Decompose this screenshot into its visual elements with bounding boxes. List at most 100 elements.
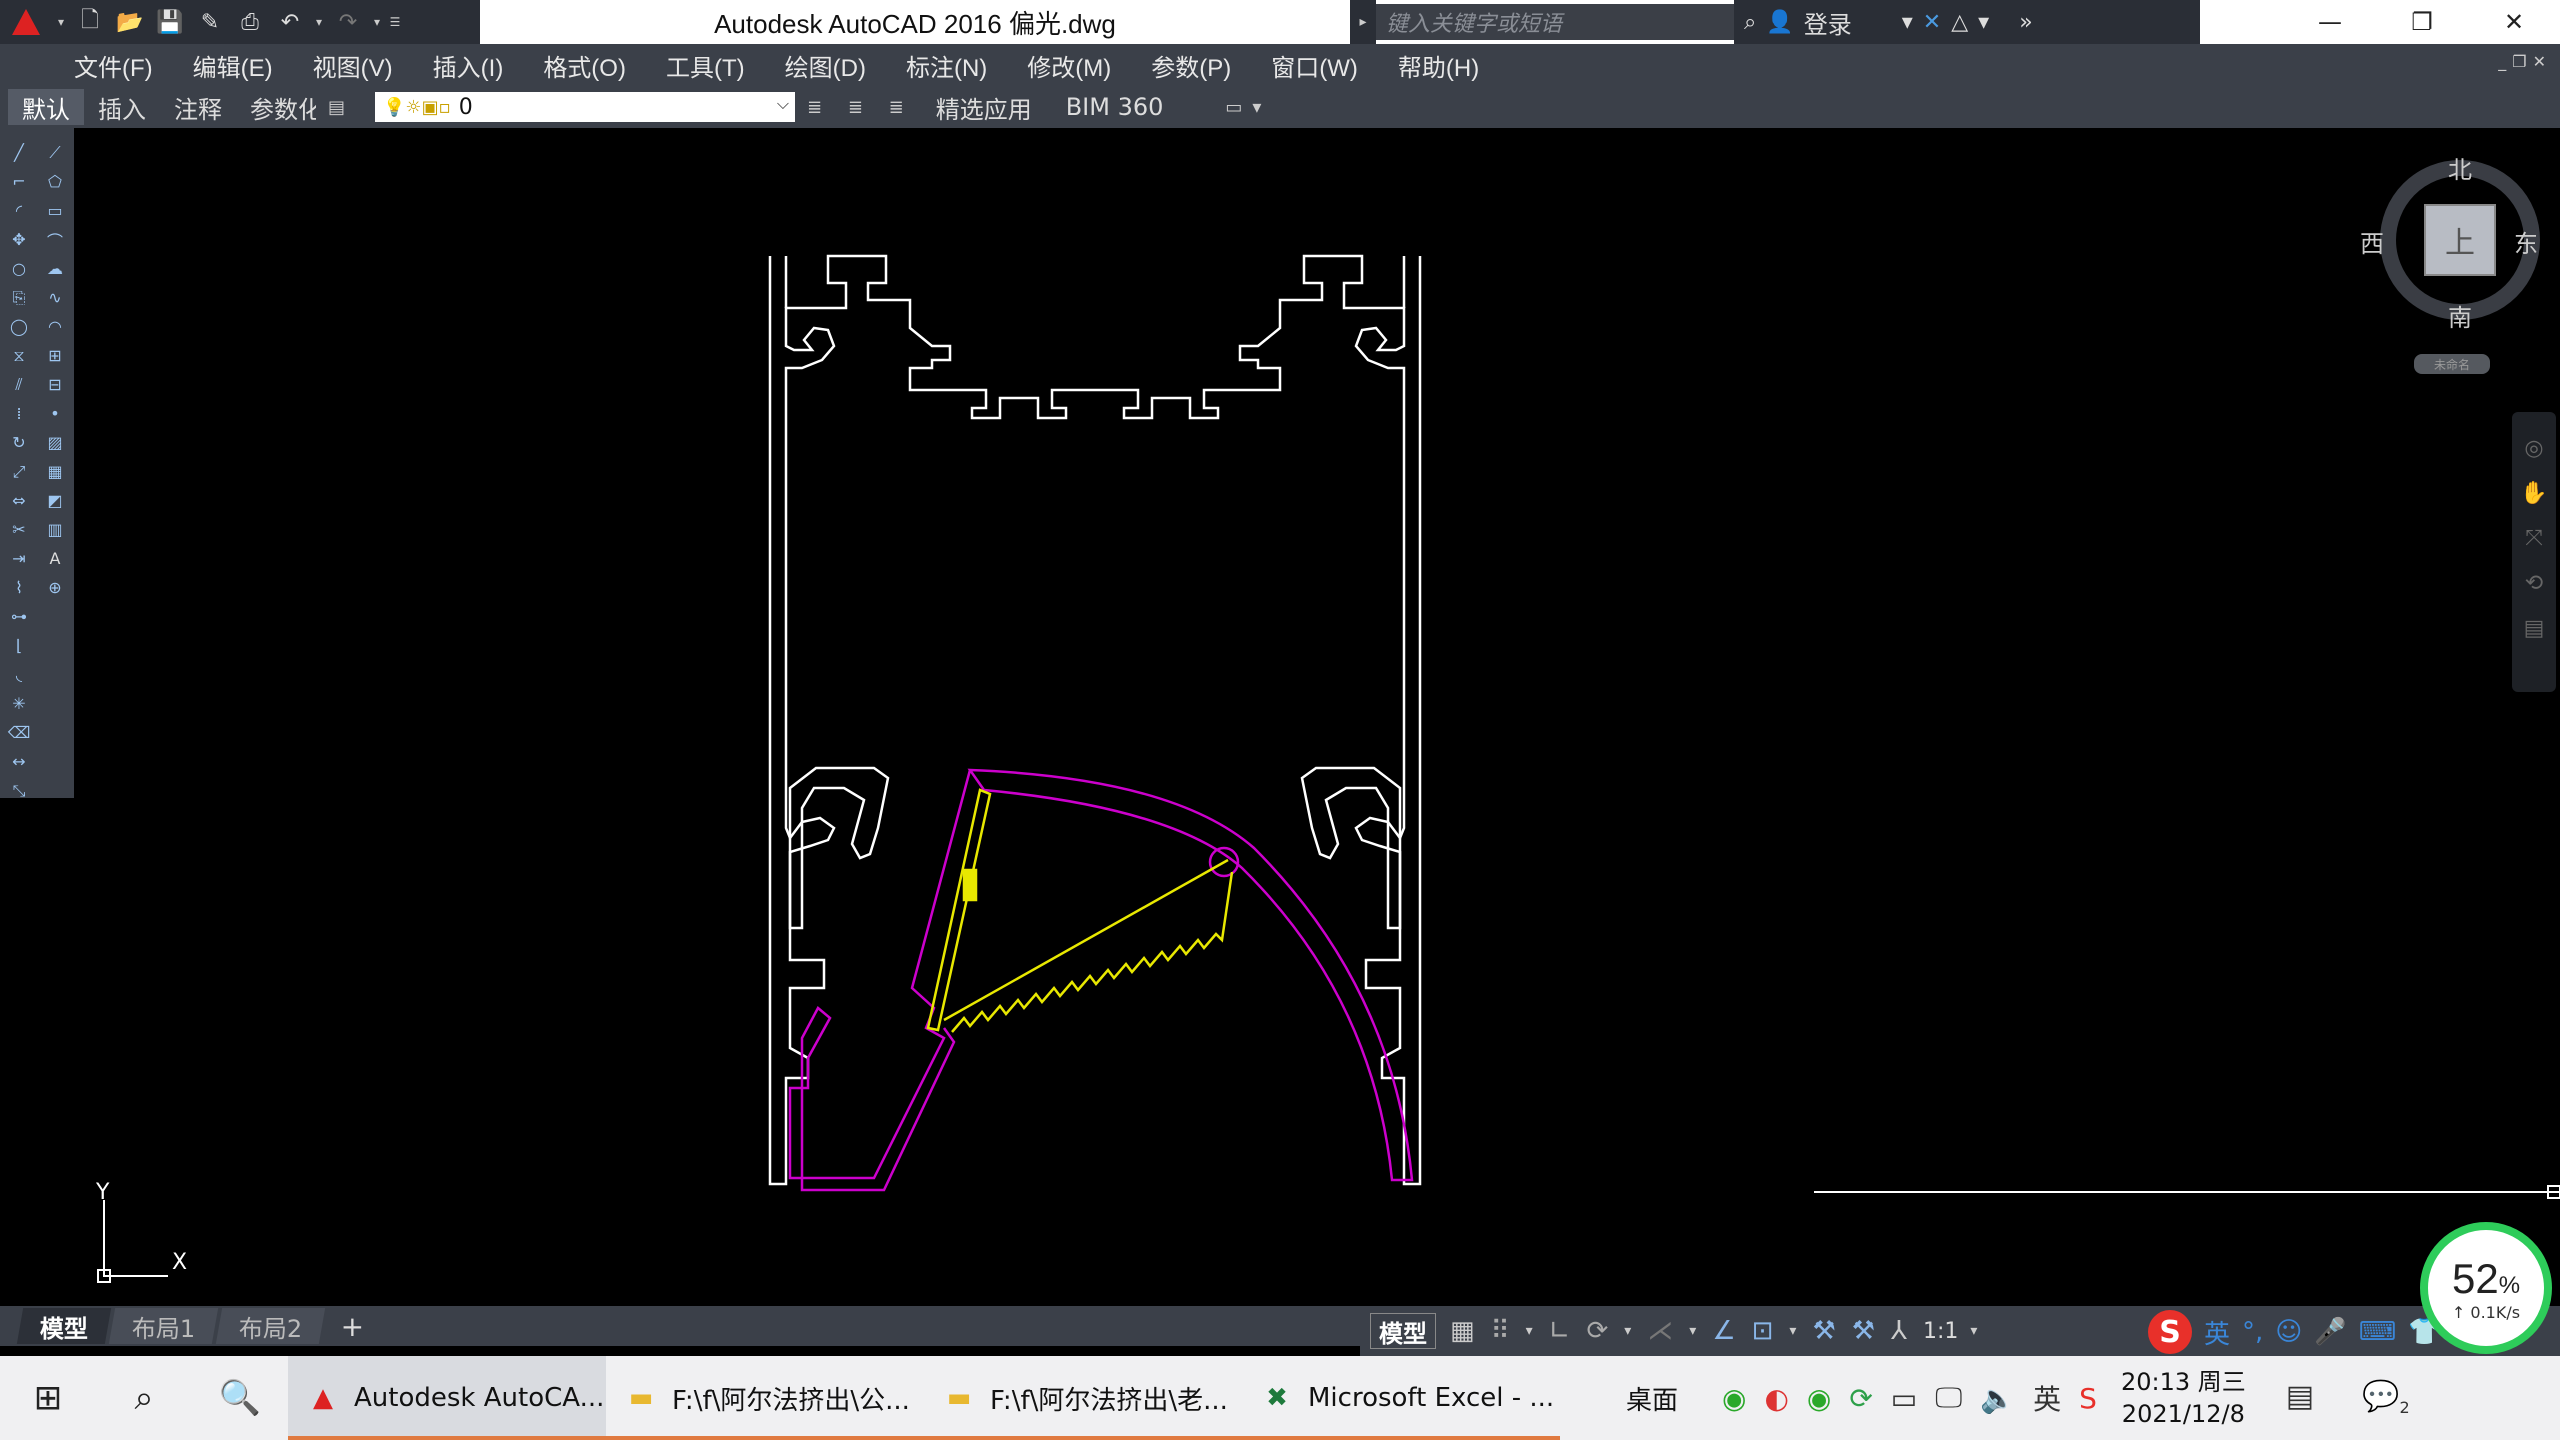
clock[interactable]: 20:13 周三 2021/12/8 <box>2121 1366 2246 1430</box>
sogou-tray-icon[interactable]: S <box>2079 1382 2097 1415</box>
a360-dropdown-icon[interactable]: ▾ <box>1978 10 1989 35</box>
customize-qat-icon[interactable]: ☰ <box>386 0 404 44</box>
wcs-menu[interactable]: 未命名 <box>2414 354 2490 374</box>
menu-dimension[interactable]: 标注(N) <box>906 48 987 83</box>
iso-dropdown-icon[interactable]: ▾ <box>1689 1323 1696 1339</box>
add-selected-icon[interactable]: ⊕ <box>38 573 72 602</box>
menu-window[interactable]: 窗口(W) <box>1271 48 1358 83</box>
arc-tool-icon[interactable]: ◜ <box>2 196 36 225</box>
notes-icon[interactable]: ▤ <box>2286 1379 2314 1417</box>
tab-featured-apps[interactable]: 精选应用 <box>924 90 1044 125</box>
tab-annotate[interactable]: 注释 <box>160 89 236 125</box>
tab-default[interactable]: 默认 <box>8 89 84 125</box>
showmotion-icon[interactable]: ▤ <box>2524 616 2545 641</box>
point-tool-icon[interactable]: • <box>38 399 72 428</box>
model-space-toggle[interactable]: 模型 <box>1370 1313 1436 1349</box>
open-file-icon[interactable]: 📂 <box>110 0 150 44</box>
spline-tool-icon[interactable]: ∿ <box>38 283 72 312</box>
wechat-icon[interactable]: ◉ <box>1722 1382 1746 1415</box>
undo-icon[interactable]: ↶ <box>270 0 310 44</box>
layer-dropdown[interactable]: 💡☼▣▫ 0 ⌵ <box>375 92 796 122</box>
move-tool-icon[interactable]: ✥ <box>2 225 36 254</box>
tray-ime-lang[interactable]: 英 <box>2033 1378 2061 1418</box>
menu-insert[interactable]: 插入(I) <box>433 48 504 83</box>
drawing-canvas[interactable] <box>74 128 2560 1306</box>
annotation-visibility-icon[interactable]: ⚒ <box>1812 1316 1835 1346</box>
tab-insert[interactable]: 插入 <box>84 89 160 125</box>
tab-model[interactable]: 模型 <box>16 1308 112 1344</box>
copy-tool-icon[interactable]: ⎘ <box>2 283 36 312</box>
new-file-icon[interactable]: 🗋 <box>70 0 110 44</box>
viewcube[interactable]: 上 北 南 东 西 未命名 <box>2360 150 2540 374</box>
chamfer-tool-icon[interactable]: ⌊ <box>2 631 36 660</box>
join-tool-icon[interactable]: ⊶ <box>2 602 36 631</box>
rotate-tool-icon[interactable]: ↻ <box>2 428 36 457</box>
ellipse-tool-icon[interactable]: ◯ <box>2 312 36 341</box>
save-icon[interactable]: 💾 <box>150 0 190 44</box>
tab-layout2[interactable]: 布局2 <box>216 1308 326 1344</box>
trim-tool-icon[interactable]: ✂ <box>2 515 36 544</box>
steering-wheel-icon[interactable]: ◎ <box>2524 436 2543 461</box>
table-tool-icon[interactable]: ▥ <box>38 515 72 544</box>
app-menu-dropdown-icon[interactable]: ▾ <box>52 0 70 44</box>
tab-layout1[interactable]: 布局1 <box>108 1308 219 1344</box>
drawing-window-controls[interactable]: _❐✕ <box>2498 52 2552 71</box>
hatch-tool-icon[interactable]: ▨ <box>38 428 72 457</box>
taskbar-app-folder-1[interactable]: ▬ F:\f\阿尔法挤出\公... <box>606 1356 924 1440</box>
compass-south[interactable]: 南 <box>2448 298 2472 333</box>
line-tool-icon[interactable]: ╱ <box>2 138 36 167</box>
magnifier-app-icon[interactable]: 🔍 <box>192 1356 288 1440</box>
taskbar-app-excel[interactable]: ✖ Microsoft Excel - ... <box>1242 1356 1560 1440</box>
gradient-tool-icon[interactable]: ▦ <box>38 457 72 486</box>
dim-linear-icon[interactable]: ↔ <box>2 747 36 776</box>
menu-draw[interactable]: 绘图(D) <box>785 48 866 83</box>
save-as-icon[interactable]: ✎ <box>190 0 230 44</box>
desktop-toolbar[interactable]: 桌面 <box>1626 1380 1678 1417</box>
network-icon[interactable]: 🖵 <box>1935 1381 1962 1415</box>
stretch-tool-icon[interactable]: ⇔ <box>2 486 36 515</box>
scale-tool-icon[interactable]: ⤢ <box>2 457 36 486</box>
auto-scale-icon[interactable]: ⚒ <box>1852 1316 1875 1346</box>
ortho-icon[interactable]: ∟ <box>1549 1316 1571 1346</box>
menu-modify[interactable]: 修改(M) <box>1027 48 1111 83</box>
menu-parametric[interactable]: 参数(P) <box>1151 48 1231 83</box>
ribbon-toggle-icon[interactable]: ▭▾ <box>1225 97 1271 118</box>
update-icon[interactable]: ⟳ <box>1849 1382 1872 1415</box>
tab-parametric[interactable]: 参数化 <box>236 89 316 125</box>
dim-aligned-icon[interactable]: ⤡ <box>2 776 36 805</box>
revcloud-tool-icon[interactable]: ☁ <box>38 254 72 283</box>
polar-dropdown-icon[interactable]: ▾ <box>1624 1323 1631 1339</box>
explode-tool-icon[interactable]: ✳ <box>2 689 36 718</box>
start-windows-icon[interactable]: ⊞ <box>0 1356 96 1440</box>
user-icon[interactable]: 👤 <box>1766 10 1793 35</box>
insert-block-icon[interactable]: ⊞ <box>38 341 72 370</box>
undo-dropdown-icon[interactable]: ▾ <box>310 0 328 44</box>
search-icon[interactable]: ⌕ <box>96 1356 192 1440</box>
menu-view[interactable]: 视图(V) <box>313 48 393 83</box>
rectangle-tool-icon[interactable]: ▭ <box>38 196 72 225</box>
redo-icon[interactable]: ↷ <box>328 0 368 44</box>
wechat2-icon[interactable]: ◉ <box>1807 1382 1831 1415</box>
fillet-tool-icon[interactable]: ◟ <box>2 660 36 689</box>
scale-dropdown-icon[interactable]: ▾ <box>1970 1323 1977 1339</box>
menu-help[interactable]: 帮助(H) <box>1398 48 1479 83</box>
voice-icon[interactable]: 🎤 <box>2314 1317 2346 1347</box>
xline-tool-icon[interactable]: ⟋ <box>38 138 72 167</box>
make-block-icon[interactable]: ⊟ <box>38 370 72 399</box>
break-tool-icon[interactable]: ⌇ <box>2 573 36 602</box>
polyline-tool-icon[interactable]: ⌐ <box>2 167 36 196</box>
array-tool-icon[interactable]: ⁞ <box>2 399 36 428</box>
network-speed-widget[interactable]: 52% ↑ 0.1K/s <box>2420 1222 2552 1354</box>
tab-bim360[interactable]: BIM 360 <box>1054 93 1176 121</box>
snap-icon[interactable]: ⠿ <box>1491 1316 1510 1346</box>
extend-tool-icon[interactable]: ⇥ <box>2 544 36 573</box>
binoculars-search-icon[interactable]: ⌕ <box>1744 10 1756 35</box>
action-center-icon[interactable]: 💬2 <box>2362 1379 2410 1417</box>
arc2-tool-icon[interactable]: ⌒ <box>38 225 72 254</box>
object-snap-icon[interactable]: ⊡ <box>1752 1316 1774 1346</box>
application-menu-button[interactable] <box>0 0 52 44</box>
annotation-scale-icon[interactable]: ⅄ <box>1891 1316 1907 1346</box>
ellipse-arc-tool-icon[interactable]: ◠ <box>38 312 72 341</box>
taskbar-app-folder-2[interactable]: ▬ F:\f\阿尔法挤出\老... <box>924 1356 1242 1440</box>
punctuation-icon[interactable]: °, <box>2242 1317 2263 1347</box>
